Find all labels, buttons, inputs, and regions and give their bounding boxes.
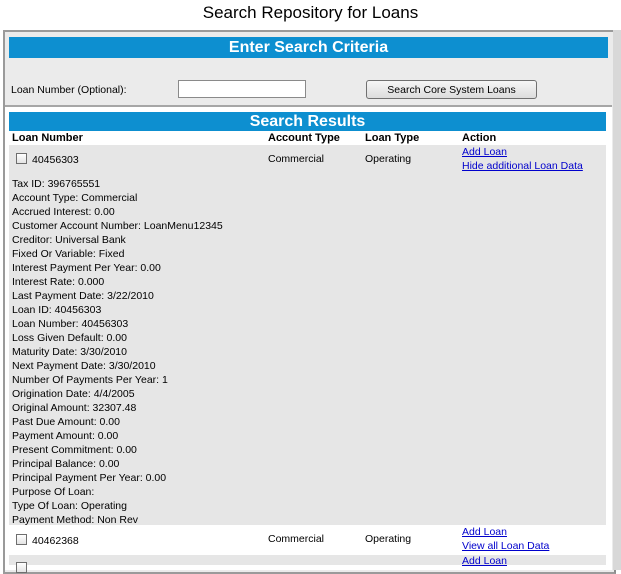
loan-number-cell: 40462368	[32, 535, 79, 547]
row-select-checkbox[interactable]	[16, 534, 27, 545]
view-all-loan-data-link[interactable]: View all Loan Data	[462, 540, 549, 552]
table-row	[9, 555, 606, 565]
loan-type-cell: Operating	[365, 153, 412, 165]
loan-number-input[interactable]	[178, 80, 306, 98]
account-type-cell: Commercial	[268, 153, 325, 165]
detail-past-due-amount: Past Due Amount: 0.00	[12, 416, 120, 428]
detail-customer-account-number: Customer Account Number: LoanMenu12345	[12, 220, 223, 232]
detail-loan-id: Loan ID: 40456303	[12, 304, 102, 316]
add-loan-link[interactable]: Add Loan	[462, 555, 507, 567]
detail-origination-date: Origination Date: 4/4/2005	[12, 388, 135, 400]
detail-purpose-of-loan: Purpose Of Loan:	[12, 486, 95, 498]
add-loan-link[interactable]: Add Loan	[462, 146, 507, 158]
detail-type-of-loan: Type Of Loan: Operating	[12, 500, 127, 512]
row-select-checkbox[interactable]	[16, 562, 27, 573]
detail-payment-method: Payment Method: Non Rev	[12, 514, 139, 526]
detail-number-of-payments-per-year: Number Of Payments Per Year: 1	[12, 374, 168, 386]
search-criteria-header: Enter Search Criteria	[9, 37, 608, 58]
loan-details: Tax ID: 396765551 Account Type: Commerci…	[12, 177, 223, 527]
detail-original-amount: Original Amount: 32307.48	[12, 402, 137, 414]
detail-creditor: Creditor: Universal Bank	[12, 234, 126, 246]
detail-next-payment-date: Next Payment Date: 3/30/2010	[12, 360, 156, 372]
column-header-action: Action	[462, 132, 497, 144]
detail-fixed-or-variable: Fixed Or Variable: Fixed	[12, 248, 125, 260]
detail-account-type: Account Type: Commercial	[12, 192, 138, 204]
column-header-loan-number: Loan Number	[12, 132, 83, 144]
detail-loan-number: Loan Number: 40456303	[12, 318, 129, 330]
add-loan-link[interactable]: Add Loan	[462, 526, 507, 538]
loan-number-cell: 40456303	[32, 154, 79, 166]
detail-last-payment-date: Last Payment Date: 3/22/2010	[12, 290, 154, 302]
detail-interest-payment-per-year: Interest Payment Per Year: 0.00	[12, 262, 161, 274]
row-select-checkbox[interactable]	[16, 153, 27, 164]
detail-principal-balance: Principal Balance: 0.00	[12, 458, 120, 470]
column-header-account-type: Account Type	[268, 132, 340, 144]
detail-tax-id: Tax ID: 396765551	[12, 178, 101, 190]
detail-accrued-interest: Accrued Interest: 0.00	[12, 206, 115, 218]
hide-loan-data-link[interactable]: Hide additional Loan Data	[462, 160, 583, 172]
detail-present-commitment: Present Commitment: 0.00	[12, 444, 137, 456]
page-title: Search Repository for Loans	[202, 3, 419, 22]
detail-principal-payment-per-year: Principal Payment Per Year: 0.00	[12, 472, 167, 484]
column-header-loan-type: Loan Type	[365, 132, 420, 144]
loan-type-cell: Operating	[365, 533, 412, 545]
frame-edge	[613, 30, 621, 570]
account-type-cell: Commercial	[268, 533, 325, 545]
detail-payment-amount: Payment Amount: 0.00	[12, 430, 119, 442]
search-core-system-loans-button[interactable]: Search Core System Loans	[366, 80, 537, 99]
detail-loss-given-default: Loss Given Default: 0.00	[12, 332, 127, 344]
detail-maturity-date: Maturity Date: 3/30/2010	[12, 346, 127, 358]
loan-number-label: Loan Number (Optional):	[11, 84, 127, 96]
search-results-header: Search Results	[9, 112, 606, 131]
detail-interest-rate: Interest Rate: 0.000	[12, 276, 105, 288]
